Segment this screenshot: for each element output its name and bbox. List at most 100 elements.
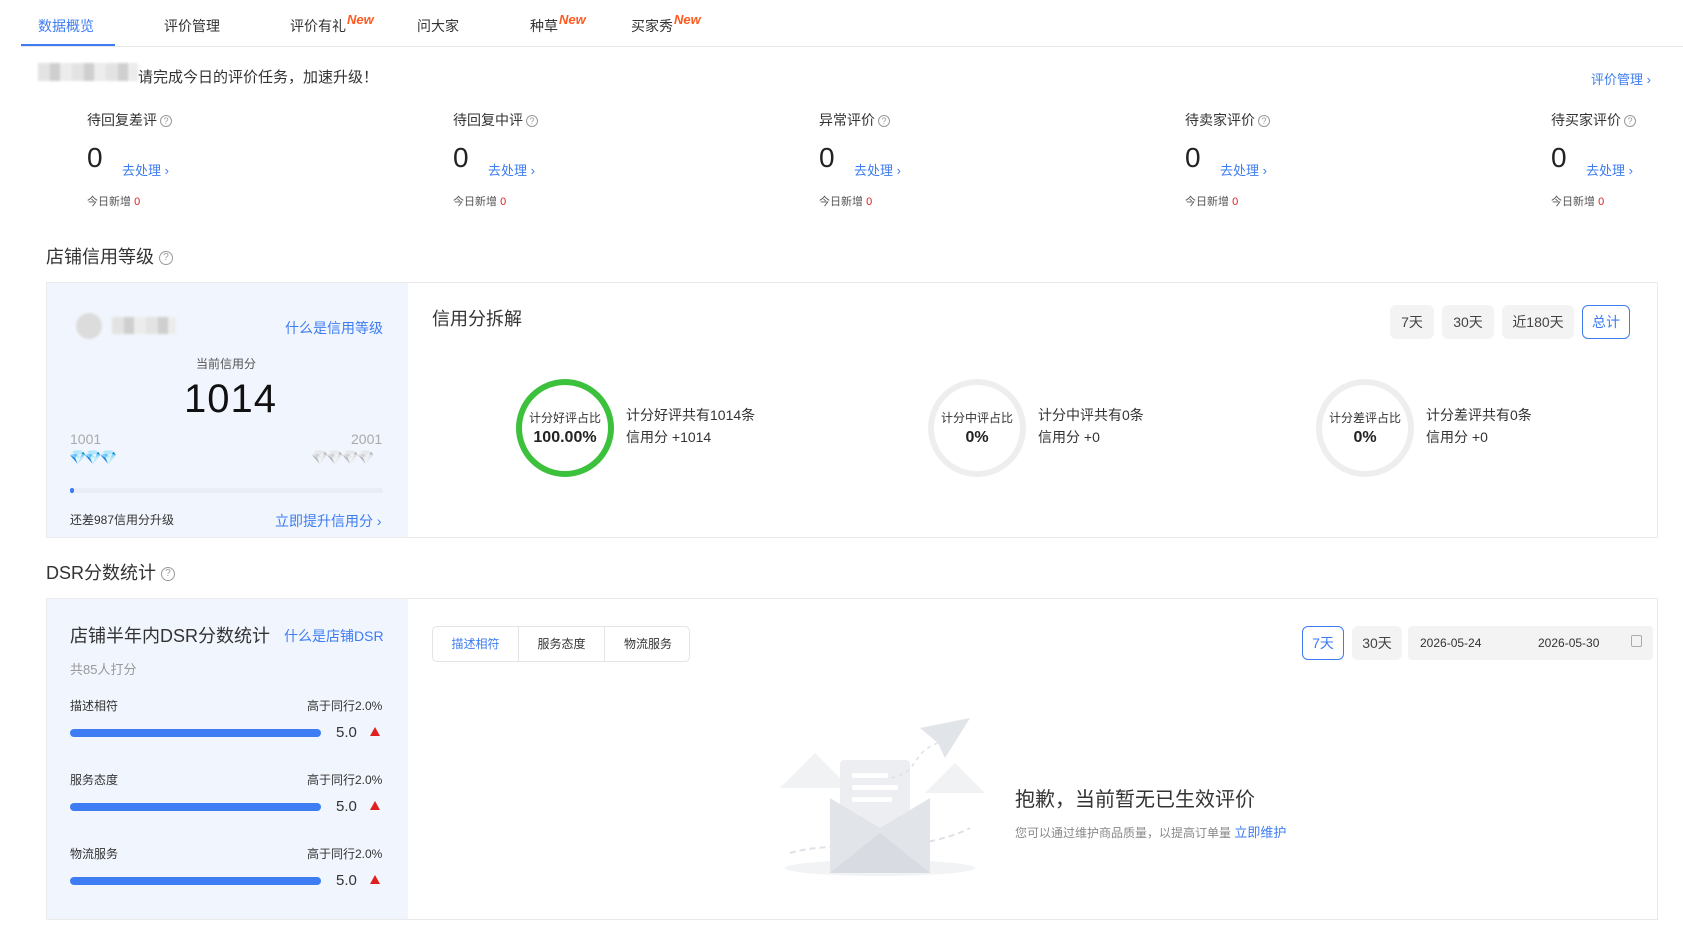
credit-score: 1014: [184, 377, 277, 421]
empty-mail-illustration: [780, 718, 985, 876]
handle-link[interactable]: 去处理 ›: [1220, 160, 1267, 179]
good-review-ring: 计分好评占比 100.00%: [516, 379, 614, 477]
handle-link[interactable]: 去处理 ›: [1586, 160, 1633, 179]
boost-credit-link[interactable]: 立即提升信用分 ›: [275, 511, 382, 531]
dsr-section-title: DSR分数统计?: [46, 559, 176, 585]
review-manage-link[interactable]: 评价管理 ›: [1591, 69, 1651, 88]
up-arrow-icon: [370, 727, 380, 736]
help-icon[interactable]: ?: [161, 567, 176, 582]
dsr-item-compare: 高于同行2.0%: [307, 699, 383, 713]
tab-data-overview[interactable]: 数据概览: [38, 16, 94, 36]
new-badge: New: [559, 12, 586, 27]
today-new: 今日新增 0: [87, 196, 141, 208]
help-icon[interactable]: ?: [1258, 115, 1270, 128]
handle-link[interactable]: 去处理 ›: [488, 160, 535, 179]
date-range-picker[interactable]: 2026-05-24 2026-05-30: [1408, 626, 1653, 660]
maintain-now-link[interactable]: 立即维护: [1234, 825, 1286, 840]
breakdown-title: 信用分拆解: [432, 309, 522, 329]
credit-section-title: 店铺信用等级?: [46, 243, 173, 269]
today-new: 今日新增 0: [453, 196, 507, 208]
stat-title: 待买家评价: [1551, 112, 1621, 128]
stat-abnormal: 异常评价?: [819, 110, 890, 130]
dsr-panel-title: 店铺半年内DSR分数统计: [70, 626, 271, 646]
range-7d[interactable]: 7天: [1390, 305, 1434, 339]
date-end: 2026-05-30: [1538, 636, 1600, 650]
help-icon[interactable]: ?: [160, 115, 172, 128]
help-icon[interactable]: ?: [1624, 115, 1636, 128]
stat-value: 0: [87, 142, 103, 173]
negative-review-ring: 计分差评占比 0%: [1316, 379, 1414, 477]
tab-review-manage[interactable]: 评价管理: [164, 16, 220, 36]
help-icon[interactable]: ?: [526, 115, 538, 128]
tab-buyer-show[interactable]: 买家秀 New: [631, 12, 701, 36]
what-is-credit-link[interactable]: 什么是信用等级: [285, 318, 383, 338]
range-180d[interactable]: 近180天: [1502, 305, 1574, 339]
credit-score-label: 当前信用分: [196, 357, 257, 371]
stat-title: 待卖家评价: [1185, 112, 1255, 128]
greeting-text: 请完成今日的评价任务，加速升级！: [138, 69, 379, 86]
dsr-item-score: 5.0: [336, 724, 357, 741]
tab-review-gift[interactable]: 评价有礼 New: [290, 12, 374, 36]
dsr-score-bar: [70, 803, 321, 811]
dsr-item-name: 服务态度: [70, 773, 119, 787]
range-total[interactable]: 总计: [1582, 305, 1630, 339]
credit-progress-track: [70, 488, 383, 493]
stat-pending-negative: 待回复差评?: [87, 110, 172, 130]
help-icon[interactable]: ?: [878, 115, 890, 128]
active-tab-indicator: [21, 44, 115, 46]
tab-seeding[interactable]: 种草 New: [530, 12, 586, 36]
raters-count: 共85人打分: [70, 662, 137, 677]
avatar: [76, 313, 102, 339]
stat-title: 异常评价: [819, 112, 875, 128]
stat-pending-seller: 待卖家评价?: [1185, 110, 1270, 130]
today-new: 今日新增 0: [1551, 196, 1605, 208]
handle-link[interactable]: 去处理 ›: [122, 160, 169, 179]
empty-title: 抱歉，当前暂无已生效评价: [1015, 789, 1255, 811]
range-30d[interactable]: 30天: [1442, 305, 1494, 339]
stat-value: 0: [453, 142, 469, 173]
dsr-item-score: 5.0: [336, 798, 357, 815]
credit-progress-fill: [70, 488, 74, 493]
new-badge: New: [347, 12, 374, 27]
date-start: 2026-05-24: [1420, 636, 1482, 650]
blurred-shop-name: [38, 63, 138, 81]
dsr-item-compare: 高于同行2.0%: [307, 773, 383, 787]
calendar-icon[interactable]: [1631, 635, 1642, 647]
dsr-item-name: 物流服务: [70, 847, 119, 861]
today-new: 今日新增 0: [819, 196, 873, 208]
dsr-range-7d[interactable]: 7天: [1302, 626, 1344, 660]
next-level-diamond-icon: 💎💎💎💎: [311, 449, 375, 465]
dsr-item-name: 描述相符: [70, 699, 119, 713]
dsr-score-bar: [70, 729, 321, 737]
up-arrow-icon: [370, 875, 380, 884]
stat-title: 待回复差评: [87, 112, 157, 128]
level-max: 2001: [351, 431, 383, 447]
neutral-review-ring: 计分中评占比 0%: [928, 379, 1026, 477]
dsr-item-score: 5.0: [336, 872, 357, 889]
handle-link[interactable]: 去处理 ›: [854, 160, 901, 179]
dsr-tab-logistics[interactable]: 物流服务: [605, 627, 689, 661]
what-is-dsr-link[interactable]: 什么是店铺DSR: [284, 626, 384, 646]
tab-ask-everyone[interactable]: 问大家: [417, 16, 459, 36]
stat-pending-buyer: 待买家评价?: [1551, 110, 1636, 130]
current-level-diamond-icon: 💎💎💎: [69, 449, 117, 465]
dsr-item-compare: 高于同行2.0%: [307, 847, 383, 861]
today-new: 今日新增 0: [1185, 196, 1239, 208]
stat-pending-neutral: 待回复中评?: [453, 110, 538, 130]
level-min: 1001: [70, 431, 102, 447]
dsr-tab-group: 描述相符 服务态度 物流服务: [432, 626, 690, 662]
dsr-tab-service[interactable]: 服务态度: [519, 627, 605, 661]
gap-text: 还差987信用分升级: [70, 513, 175, 527]
stat-title: 待回复中评: [453, 112, 523, 128]
dsr-tab-description[interactable]: 描述相符: [433, 627, 519, 661]
blurred-shop-name: [112, 317, 176, 334]
new-badge: New: [674, 12, 701, 27]
dsr-range-30d[interactable]: 30天: [1352, 626, 1402, 660]
stat-value: 0: [1185, 142, 1201, 173]
good-review-desc: 计分好评共有1014条 信用分 +1014: [626, 407, 756, 445]
dsr-score-bar: [70, 877, 321, 885]
help-icon[interactable]: ?: [159, 251, 173, 266]
negative-review-desc: 计分差评共有0条 信用分 +0: [1426, 407, 1532, 445]
neutral-review-desc: 计分中评共有0条 信用分 +0: [1038, 407, 1144, 445]
stat-value: 0: [1551, 142, 1567, 173]
